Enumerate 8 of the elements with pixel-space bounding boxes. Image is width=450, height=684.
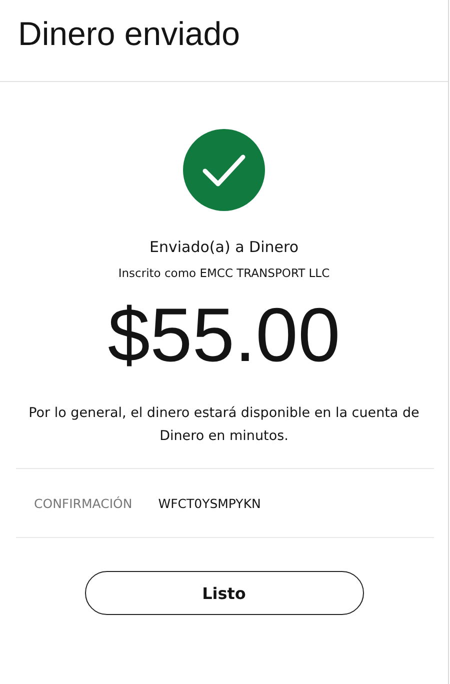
done-button[interactable]: Listo	[84, 571, 364, 615]
availability-note: Por lo general, el dinero estará disponible en la cuenta de Dinero en minutos.	[28, 404, 420, 446]
confirmation-label: CONFIRMACIÓN	[34, 496, 132, 510]
status-heading: Enviado(a) a Dinero	[149, 238, 298, 256]
amount: $55.00	[108, 294, 340, 378]
page-title: Dinero enviado	[18, 14, 241, 54]
enrolled-name: Inscrito como EMCC TRANSPORT LLC	[118, 266, 330, 280]
confirmation-number: WFCT0YSMPYKN	[158, 496, 261, 510]
